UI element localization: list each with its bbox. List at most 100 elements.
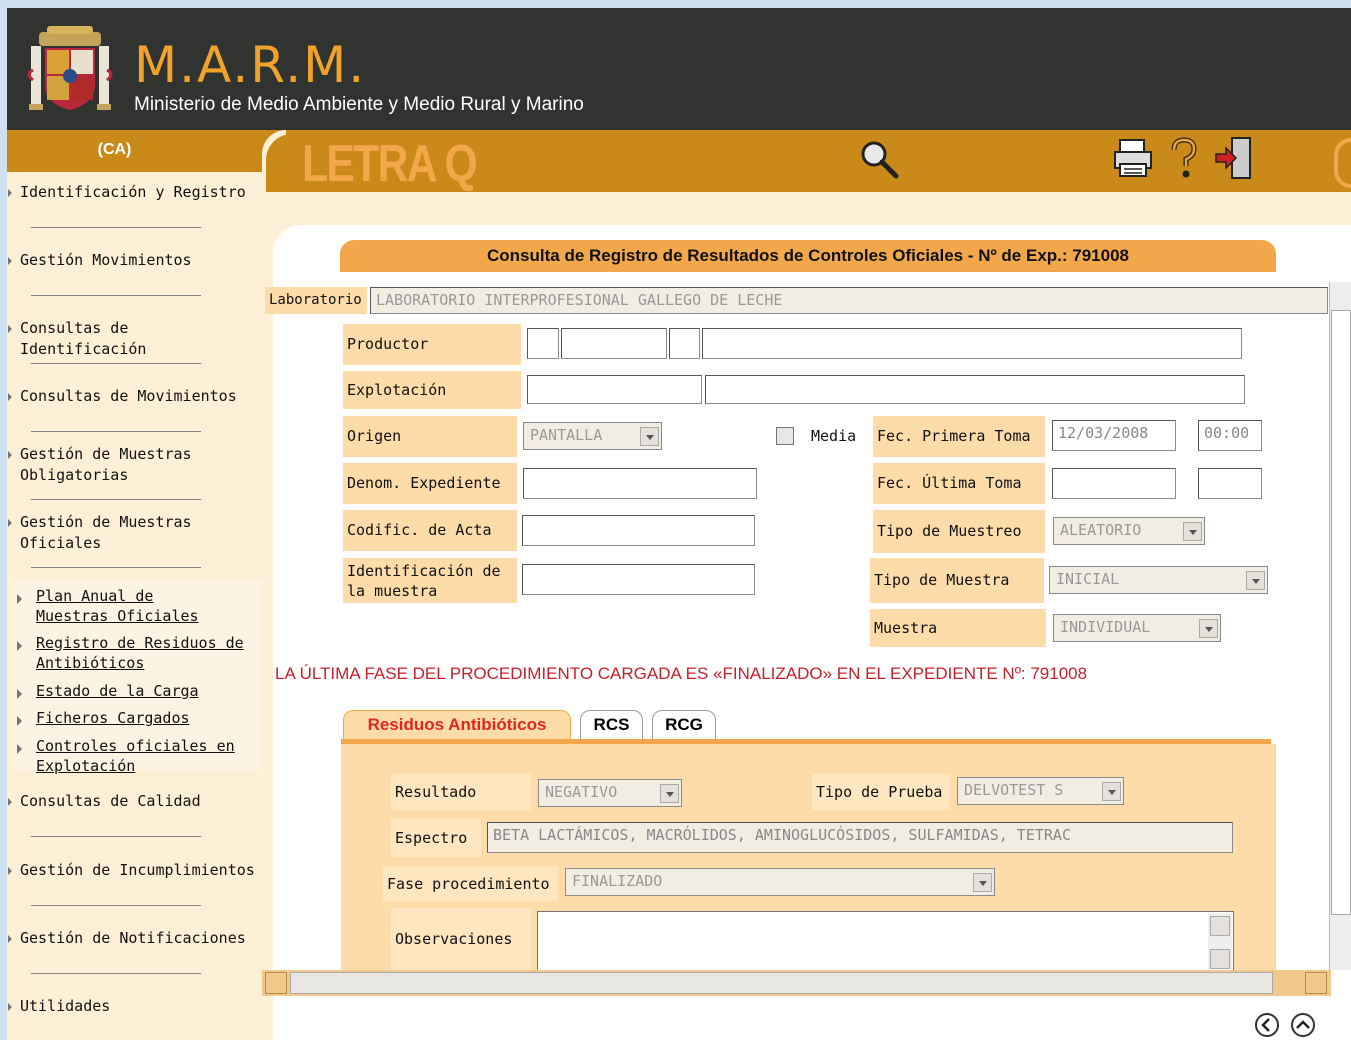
tipo-prueba-label: Tipo de Prueba [812, 774, 950, 810]
denom-expediente-field[interactable] [523, 468, 757, 499]
sidebar-heading: (CA) [7, 130, 262, 172]
productor-code-3[interactable] [669, 328, 700, 359]
submenu-plan-anual[interactable]: Plan Anual de Muestras Oficiales [7, 586, 222, 626]
laboratorio-field[interactable]: LABORATORIO INTERPROFESIONAL GALLEGO DE … [370, 287, 1328, 314]
fec-primera-toma-time[interactable]: 00:00 [1198, 420, 1262, 451]
tab-residuos-antibioticos[interactable]: Residuos Antibióticos [343, 710, 571, 739]
tipo-muestreo-label: Tipo de Muestreo [873, 510, 1045, 553]
scroll-right-icon[interactable] [1305, 972, 1327, 994]
observaciones-textarea[interactable] [537, 911, 1234, 971]
window-frame-top [0, 0, 1351, 8]
toolbar-corner [262, 130, 306, 204]
window-frame-left [0, 0, 7, 1040]
resultado-value: NEGATIVO [545, 783, 618, 801]
scroll-left-icon[interactable] [265, 972, 287, 994]
section-title: LETRA Q [302, 135, 478, 193]
submenu-ficheros-cargados[interactable]: Ficheros Cargados [7, 708, 262, 728]
codific-acta-field[interactable] [522, 515, 755, 546]
sidebar-item-notificaciones[interactable]: Gestión de Notificaciones [7, 928, 262, 949]
sidebar-item-muestras-oficiales[interactable]: Gestión de Muestras Oficiales [7, 512, 237, 554]
laboratorio-label: Laboratorio [265, 287, 367, 314]
sidebar-item-gestion-movimientos[interactable]: Gestión Movimientos [7, 250, 262, 271]
fase-procedimiento-value: FINALIZADO [572, 872, 663, 890]
fec-primera-toma-date[interactable]: 12/03/2008 [1052, 420, 1176, 451]
sidebar-item-consultas-identificacion[interactable]: Consultas de Identificación [7, 318, 262, 360]
chevron-up-icon [1296, 1020, 1310, 1029]
sidebar-divider [31, 973, 201, 974]
explotacion-label: Explotación [343, 371, 521, 409]
identificacion-muestra-label: Identificación de la muestra [343, 558, 517, 603]
tipo-muestra-select[interactable]: INICIAL [1049, 566, 1268, 594]
productor-code-1[interactable] [527, 328, 559, 359]
tab-rcs[interactable]: RCS [580, 710, 643, 739]
form-heading: Consulta de Registro de Resultados de Co… [340, 240, 1276, 272]
tipo-muestra-label: Tipo de Muestra [870, 558, 1044, 603]
app-header: M.A.R.M. Ministerio de Medio Ambiente y … [7, 8, 1351, 130]
submenu-controles-explotacion[interactable]: Controles oficiales en Explotación [7, 736, 247, 776]
help-icon[interactable] [1162, 136, 1206, 180]
sidebar-divider [31, 499, 201, 500]
codific-acta-label: Codific. de Acta [343, 510, 517, 551]
sidebar-divider [31, 227, 201, 228]
media-label: Media [811, 427, 857, 445]
identificacion-muestra-field[interactable] [522, 564, 755, 595]
top-icon[interactable] [1291, 1013, 1315, 1037]
tab-rcg[interactable]: RCG [652, 710, 716, 739]
sidebar-divider [31, 836, 201, 837]
espectro-field[interactable]: BETA LACTÁMICOS, MACRÓLIDOS, AMINOGLUCÓS… [487, 822, 1233, 853]
fase-procedimiento-label: Fase procedimiento [383, 866, 558, 901]
sidebar-divider [31, 295, 201, 296]
ministry-name: Ministerio de Medio Ambiente y Medio Rur… [134, 94, 584, 115]
observaciones-label: Observaciones [391, 908, 531, 970]
fase-procedimiento-select[interactable]: FINALIZADO [565, 868, 995, 896]
tipo-muestra-value: INICIAL [1056, 570, 1120, 588]
chevron-down-icon [1102, 782, 1121, 801]
resultado-select[interactable]: NEGATIVO [538, 779, 682, 807]
productor-name[interactable] [702, 328, 1242, 359]
muestra-label: Muestra [870, 609, 1046, 647]
tipo-prueba-select[interactable]: DELVOTEST S [957, 777, 1124, 805]
submenu-registro-residuos[interactable]: Registro de Residuos de Antibióticos [7, 633, 247, 673]
origen-select[interactable]: PANTALLA [523, 422, 662, 450]
sidebar-divider [31, 567, 201, 568]
print-icon[interactable] [1112, 136, 1156, 180]
sidebar-item-consultas-calidad[interactable]: Consultas de Calidad [7, 791, 262, 812]
fec-ultima-toma-time[interactable] [1198, 468, 1262, 499]
sidebar-item-incumplimientos[interactable]: Gestión de Incumplimientos [7, 860, 262, 881]
espectro-label: Espectro [391, 819, 481, 857]
chevron-down-icon [640, 427, 659, 446]
textarea-scrollbar[interactable] [1208, 913, 1232, 969]
back-icon[interactable] [1255, 1013, 1279, 1037]
tipo-muestreo-select[interactable]: ALEATORIO [1053, 517, 1205, 545]
sidebar-item-consultas-movimientos[interactable]: Consultas de Movimientos [7, 386, 262, 407]
sidebar-item-identificacion-registro[interactable]: Identificación y Registro [7, 182, 262, 203]
tipo-prueba-value: DELVOTEST S [964, 781, 1064, 799]
muestra-select[interactable]: INDIVIDUAL [1053, 614, 1221, 642]
fec-primera-toma-label: Fec. Primera Toma [873, 416, 1045, 457]
origen-select-value: PANTALLA [530, 426, 603, 444]
explotacion-name[interactable] [705, 375, 1245, 404]
search-icon[interactable] [856, 136, 900, 180]
resultado-label: Resultado [391, 774, 531, 810]
media-checkbox[interactable] [776, 427, 794, 445]
explotacion-code[interactable] [527, 375, 702, 404]
sidebar-divider [31, 431, 201, 432]
sidebar-item-utilidades[interactable]: Utilidades [7, 996, 262, 1017]
vertical-scroll-thumb[interactable] [1331, 310, 1351, 915]
scroll-up-icon[interactable] [1210, 916, 1230, 936]
submenu-estado-carga[interactable]: Estado de la Carga [7, 681, 262, 701]
sidebar-item-muestras-obligatorias[interactable]: Gestión de Muestras Obligatorias [7, 444, 237, 486]
horizontal-scroll-thumb[interactable] [290, 972, 1273, 994]
status-warning: LA ÚLTIMA FASE DEL PROCEDIMIENTO CARGADA… [275, 664, 1088, 683]
sidebar: (CA) Identificación y Registro Gestión M… [7, 130, 262, 1040]
chevron-down-icon [1183, 522, 1202, 541]
toolbar-right-edge [1334, 138, 1351, 188]
denom-expediente-label: Denom. Expediente [343, 463, 517, 504]
scroll-down-icon[interactable] [1210, 949, 1230, 969]
exit-icon[interactable] [1212, 136, 1256, 180]
sidebar-divider [31, 363, 201, 364]
sidebar-divider [31, 905, 201, 906]
productor-code-2[interactable] [561, 328, 667, 359]
brand-name: M.A.R.M. [134, 36, 367, 94]
fec-ultima-toma-date[interactable] [1052, 468, 1176, 499]
